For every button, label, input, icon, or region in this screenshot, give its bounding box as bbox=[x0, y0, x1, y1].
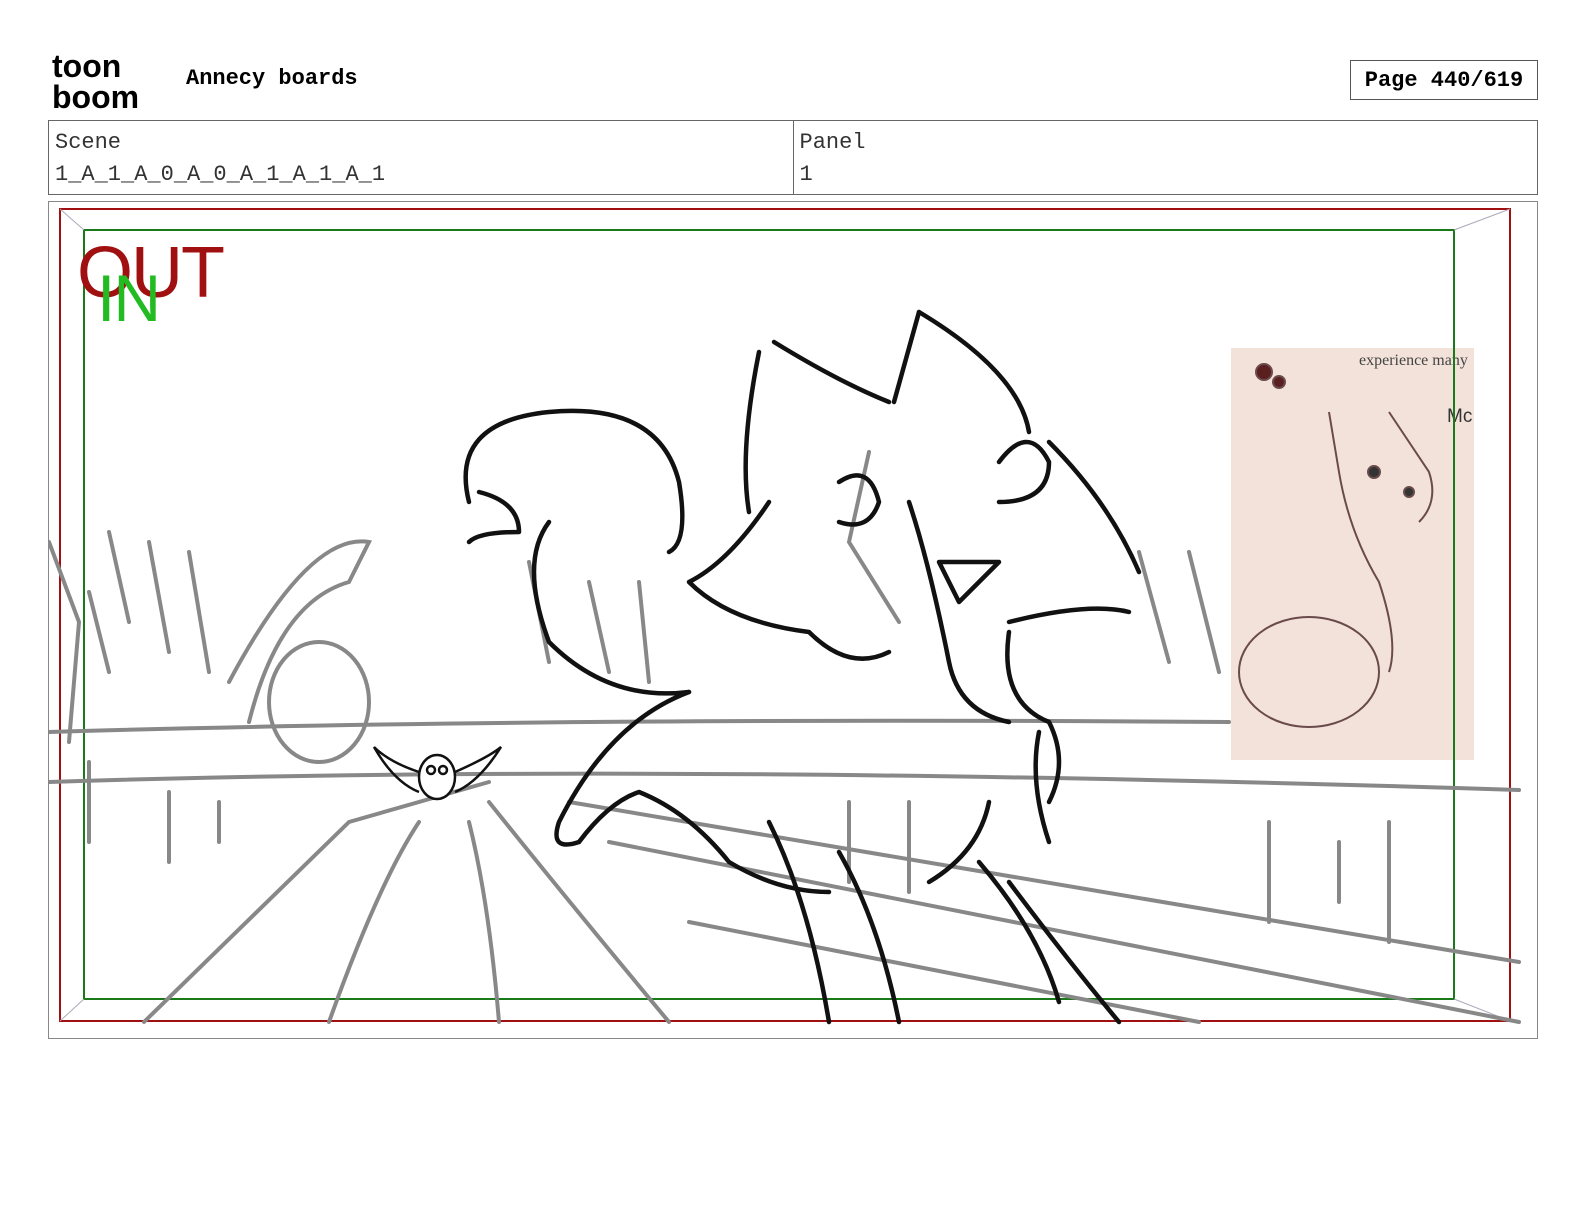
scene-cell: Scene 1_A_1_A_0_A_0_A_1_A_1_A_1 bbox=[49, 121, 793, 194]
document-title: Annecy boards bbox=[186, 66, 358, 91]
scene-panel-info: Scene 1_A_1_A_0_A_0_A_1_A_1_A_1 Panel 1 bbox=[48, 120, 1538, 195]
scene-value: 1_A_1_A_0_A_0_A_1_A_1_A_1 bbox=[55, 162, 386, 187]
out-frame bbox=[59, 208, 1511, 1022]
logo-text-bottom: boom bbox=[52, 79, 139, 112]
scene-label: Scene bbox=[55, 130, 122, 155]
panel-cell: Panel 1 bbox=[792, 121, 1538, 194]
fox-sketch bbox=[463, 309, 1142, 1025]
storyboard-panel: experience many Mc OUT IN bbox=[48, 201, 1538, 1039]
toonboom-logo: toon boom bbox=[52, 50, 139, 112]
page-indicator: Page 440/619 bbox=[1350, 60, 1538, 100]
panel-label: Panel bbox=[799, 130, 866, 155]
in-frame-label: IN bbox=[97, 261, 161, 335]
background-sketch bbox=[49, 450, 1521, 1024]
reference-fox-sketch bbox=[1238, 363, 1434, 728]
sketch-drawing bbox=[49, 208, 1521, 1025]
panel-value: 1 bbox=[799, 162, 813, 187]
owl-sketch bbox=[372, 746, 503, 801]
in-frame bbox=[83, 229, 1455, 1000]
